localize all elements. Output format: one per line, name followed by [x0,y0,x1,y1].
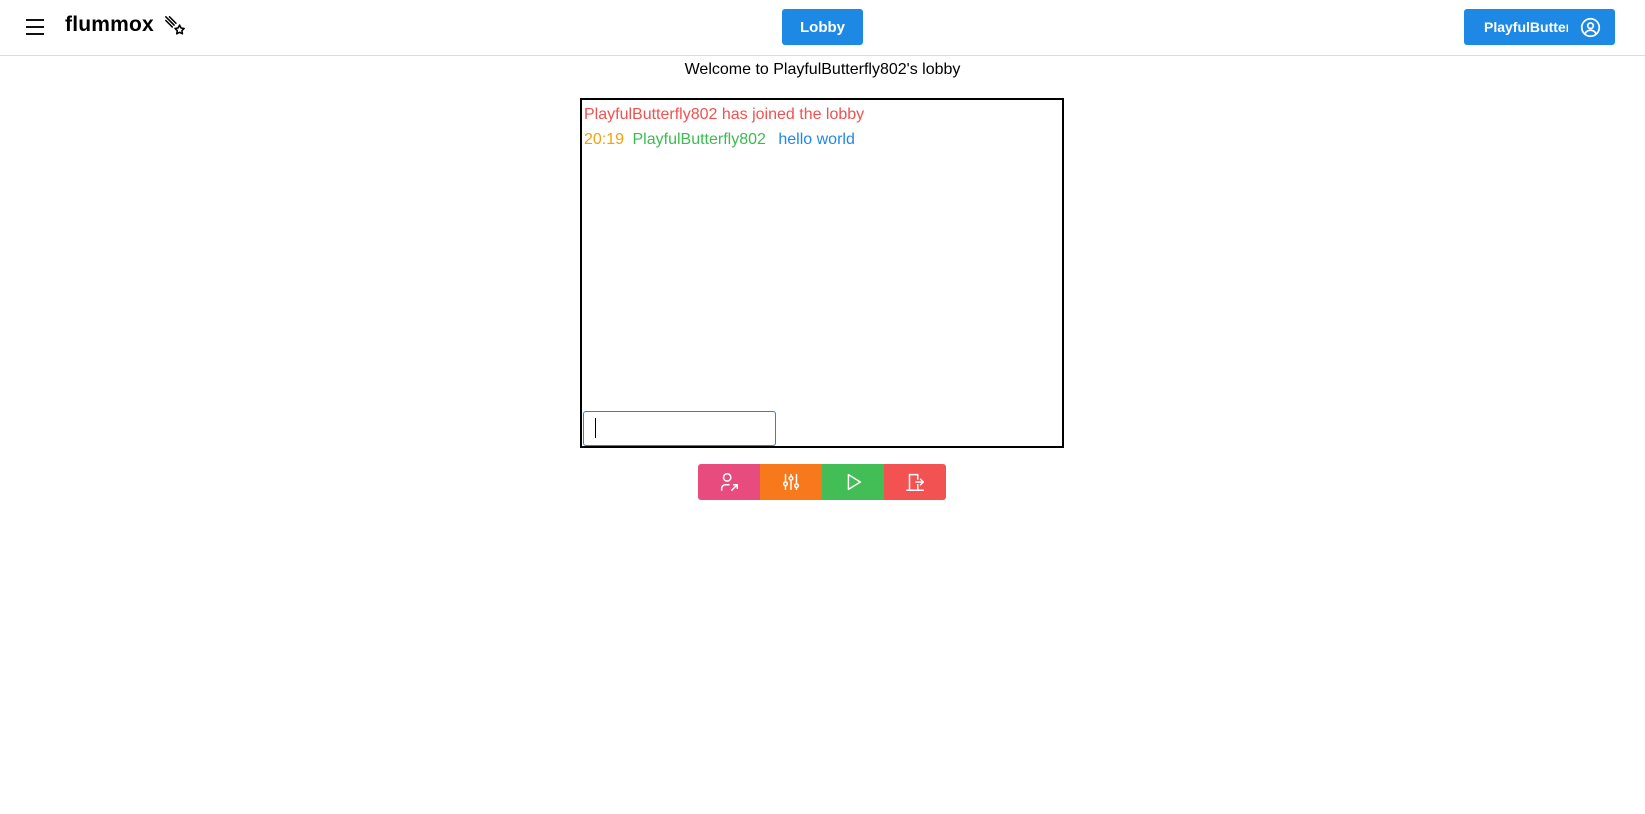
exit-door-icon [906,473,924,491]
shooting-star-icon [165,16,185,35]
message-timestamp: 20:19 [584,131,625,148]
chat-input[interactable] [583,411,776,446]
lobby-welcome-text: Welcome to PlayfulButterfly802's lobby [684,61,961,78]
menu-icon[interactable] [22,14,48,40]
leave-lobby-button[interactable] [884,464,946,500]
top-bar: flummox Lobby PlayfulButterfly802 [0,0,1645,56]
user-share-icon [720,473,738,491]
user-name-label: PlayfulButterfly802 [1484,19,1568,35]
user-circle-icon [1580,17,1601,38]
user-account-button[interactable]: PlayfulButterfly802 [1464,9,1615,45]
lobby-action-bar [698,464,946,500]
message-author: PlayfulButterfly802 [632,131,766,148]
play-icon [847,473,862,491]
lobby-settings-button[interactable] [760,464,822,500]
start-game-button[interactable] [822,464,884,500]
brand-title[interactable]: flummox [65,13,154,37]
sliders-icon [782,473,800,491]
text-caret [595,418,596,438]
invite-player-button[interactable] [698,464,760,500]
message-text: hello world [778,131,855,148]
chat-box: PlayfulButterfly802 has joined the lobby… [580,98,1064,448]
join-message: PlayfulButterfly802 has joined the lobby [584,106,865,123]
lobby-button[interactable]: Lobby [782,9,863,45]
chat-message: 20:19 PlayfulButterfly802 hello world [584,131,855,149]
